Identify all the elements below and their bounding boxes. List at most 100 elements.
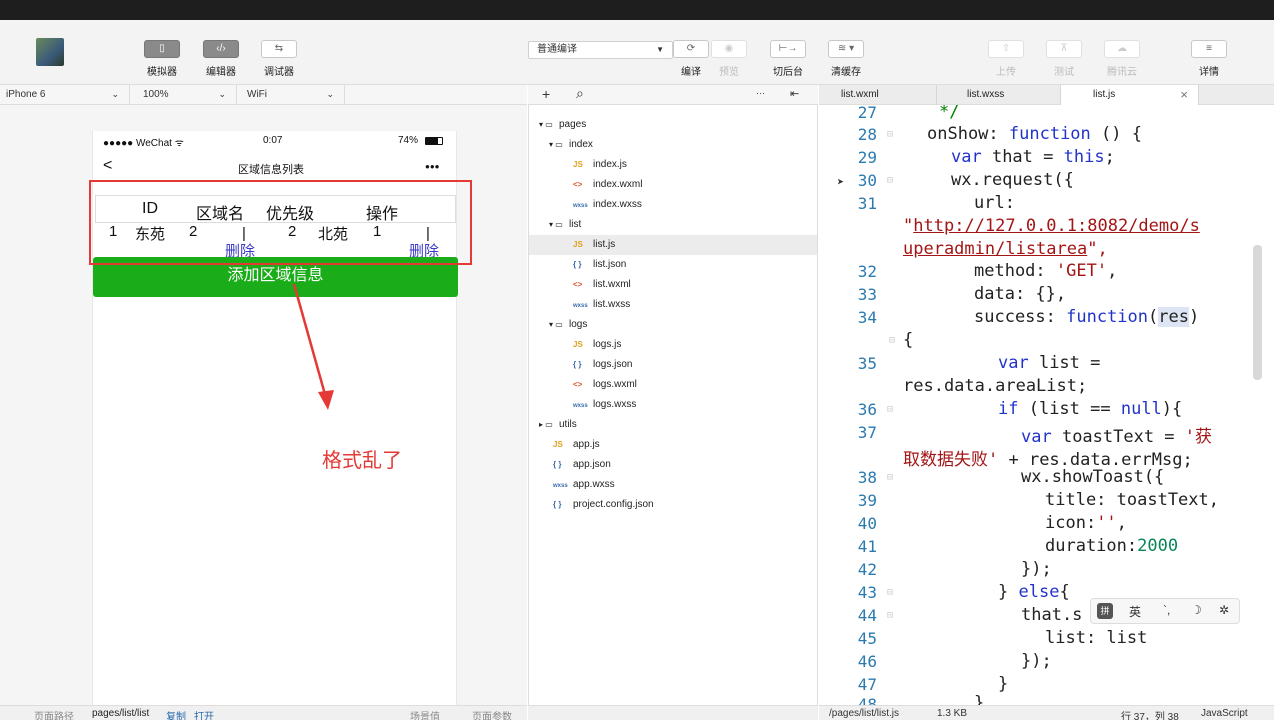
tab-list-wxss[interactable]: list.wxss [937,85,1061,105]
json-file-icon: { } [553,500,562,509]
preview-label: 预览 [719,67,739,78]
search-icon[interactable]: ⌕ [576,85,584,102]
nav-bar: < 区域信息列表 ●●● [93,155,458,179]
more-icon[interactable]: ●●● [425,162,440,171]
tree-file-logs-js[interactable]: JS logs.js [573,335,621,355]
folder-icon: ▾ ▭ [549,140,563,149]
tree-file-index-js[interactable]: JS index.js [573,155,627,175]
ime-punctuation-icon[interactable]: `, [1163,603,1170,617]
js-file-icon: JS [573,240,583,249]
code-line: url: [974,193,1015,213]
scene-button[interactable]: 场景值 [410,708,440,720]
network-select[interactable]: WiFi ⌄ [241,85,345,105]
moon-icon[interactable]: ☽ [1191,603,1202,617]
main-toolbar: ▯ 模拟器 ‹/› 编辑器 ⇆ 调试器 普通编译 ▼ ⟳ 编译 ◉ 预览 ⊢→ … [0,20,1274,85]
close-icon[interactable]: × [1180,85,1188,104]
tree-file-index-wxss[interactable]: wxss index.wxss [573,195,642,215]
tree-folder-index[interactable]: ▾ ▭ index [549,135,593,155]
battery-icon [425,137,443,145]
zoom-value: 100% [143,89,169,100]
zoom-select[interactable]: 100% ⌄ [137,85,237,105]
tree-file-app-json[interactable]: { } app.json [553,455,611,475]
wxml-file-icon: <> [573,280,583,289]
tree-folder-list[interactable]: ▾ ▭ list [549,215,581,235]
more-icon[interactable]: ··· [756,88,765,98]
fold-icon[interactable]: ⊟ [887,587,893,598]
tree-file-project-config[interactable]: { } project.config.json [553,495,654,515]
tree-file-app-js[interactable]: JS app.js [553,435,600,455]
params-button[interactable]: 页面参数 [472,708,512,720]
tree-label: app.js [573,439,600,450]
editor-button[interactable]: ‹/› 编辑器 [193,40,249,78]
tencent-cloud-button[interactable]: ☁ 腾讯云 [1094,40,1150,78]
phone-icon: ▯ [144,40,180,58]
fold-icon[interactable]: ⊟ [889,335,895,346]
cursor-position[interactable]: 行 37，列 38 [1121,708,1179,720]
battery-text: 74% [398,135,419,146]
clear-cache-button[interactable]: ≋ ▾ 清缓存 [818,40,874,78]
open-link[interactable]: 打开 [194,708,214,720]
back-arrow-icon[interactable]: < [103,157,112,175]
tree-file-list-json[interactable]: { } list.json [573,255,626,275]
tree-label: list.wxml [593,279,631,290]
avatar[interactable] [36,38,64,66]
annotation-arrow [292,283,334,410]
line-number: 41 [857,537,877,556]
test-button[interactable]: ⊼ 测试 [1036,40,1092,78]
eye-icon: ◉ [711,40,747,58]
folder-icon: ▾ ▭ [539,120,553,129]
tree-file-app-wxss[interactable]: wxss app.wxss [553,475,615,495]
tree-label: list.js [593,239,616,250]
wxss-file-icon: wxss [573,303,588,309]
folder-icon: ▾ ▭ [549,220,563,229]
simulator-button[interactable]: ▯ 模拟器 [134,40,190,78]
debug-icon: ⇆ [261,40,297,58]
device-select[interactable]: iPhone 6 ⌄ [0,85,130,105]
tree-folder-pages[interactable]: ▾ ▭ pages [539,115,586,135]
tencent-cloud-label: 腾讯云 [1107,67,1137,78]
background-button[interactable]: ⊢→ 切后台 [760,40,816,78]
tree-label: logs.js [593,339,622,350]
tree-folder-utils[interactable]: ▸ ▭ utils [539,415,577,435]
tree-file-logs-wxss[interactable]: wxss logs.wxss [573,395,636,415]
fold-icon[interactable]: ⊟ [887,472,893,483]
fold-icon[interactable]: ⊟ [887,129,893,140]
fold-icon[interactable]: ⊟ [887,175,893,186]
fold-icon[interactable]: ⊟ [887,610,893,621]
copy-link[interactable]: 复制 [166,708,186,720]
tab-list-wxml[interactable]: list.wxml [819,85,937,105]
tab-label: list.wxml [841,89,879,100]
ime-logo-icon[interactable]: 拼 [1097,603,1113,619]
tree-folder-logs[interactable]: ▾ ▭ logs [549,315,587,335]
tree-file-index-wxml[interactable]: <> index.wxml [573,175,642,195]
tree-file-logs-wxml[interactable]: <> logs.wxml [573,375,637,395]
language-mode[interactable]: JavaScript [1201,708,1248,719]
preview-button[interactable]: ◉ 预览 [701,40,757,78]
add-file-icon[interactable]: + [542,86,550,102]
code-line: title: toastText, [1045,490,1219,510]
editor-scrollbar[interactable] [1253,245,1262,380]
tree-label: logs [569,319,588,330]
ime-language-toggle[interactable]: 英 [1129,603,1141,620]
tree-file-logs-json[interactable]: { } logs.json [573,355,632,375]
network-value: WiFi [247,89,267,100]
tree-file-list-wxml[interactable]: <> list.wxml [573,275,631,295]
editor-label: 编辑器 [206,67,236,78]
compile-mode-value: 普通编译 [537,44,577,55]
compile-mode-select[interactable]: 普通编译 ▼ [528,41,673,59]
gear-icon[interactable]: ✲ [1219,603,1229,617]
switch-bg-icon: ⊢→ [770,40,806,58]
tab-list-js[interactable]: list.js × [1061,85,1199,106]
upload-button[interactable]: ⇧ 上传 [978,40,1034,78]
tree-label: app.wxss [573,479,615,490]
collapse-icon[interactable]: ⇤ [790,87,799,100]
tree-label: logs.json [593,359,633,370]
fold-icon[interactable]: ⊟ [887,404,893,415]
tree-label: logs.wxss [593,399,637,410]
details-button[interactable]: ≡ 详情 [1181,40,1237,78]
ime-toolbar: 拼 英 `, ☽ ✲ [1090,598,1240,624]
debugger-button[interactable]: ⇆ 调试器 [251,40,307,78]
tree-file-list-wxss[interactable]: wxss list.wxss [573,295,630,315]
wxss-file-icon: wxss [573,403,588,409]
tree-file-list-js[interactable]: JS list.js [529,235,817,255]
